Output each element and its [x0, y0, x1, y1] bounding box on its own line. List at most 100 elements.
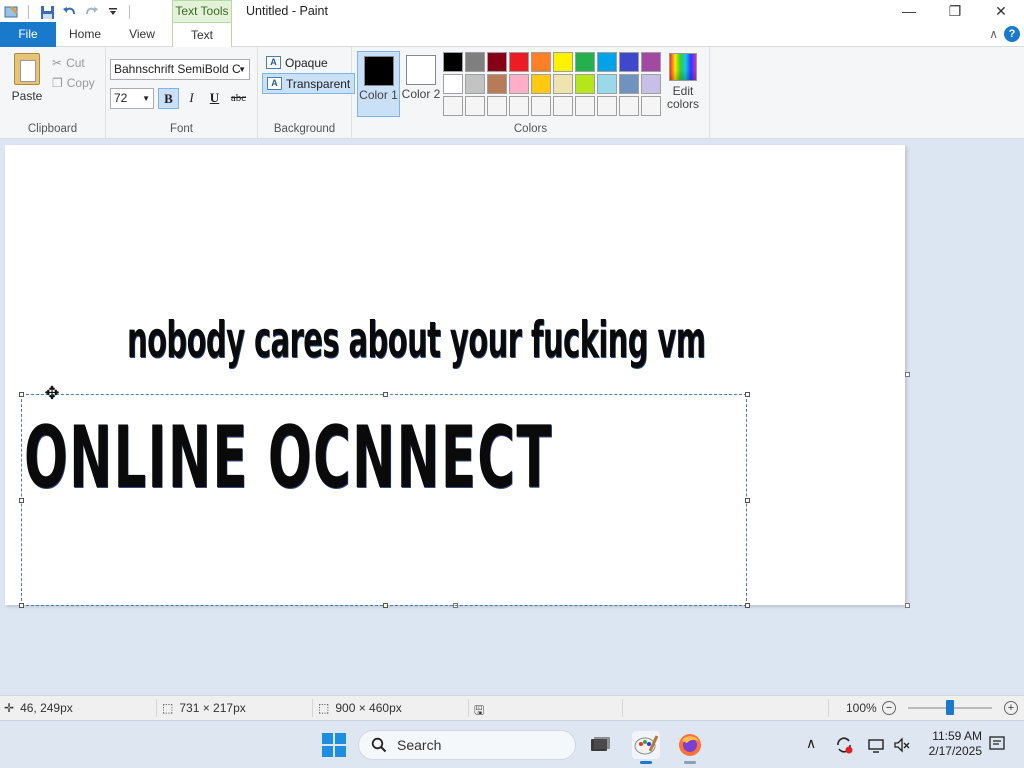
palette-color-swatch[interactable]: [641, 74, 661, 94]
color1-button[interactable]: Color 1: [357, 51, 400, 117]
selection-handle[interactable]: [383, 392, 388, 397]
help-icon[interactable]: ?: [1004, 26, 1020, 42]
show-hidden-icons-chevron-up-icon[interactable]: ∧: [806, 735, 816, 752]
palette-color-swatch[interactable]: [465, 96, 485, 116]
cut-button[interactable]: ✂ Cut: [52, 53, 95, 73]
tab-view[interactable]: View: [114, 22, 170, 47]
selection-handle[interactable]: [745, 498, 750, 503]
task-view-icon[interactable]: [586, 731, 614, 759]
palette-color-swatch[interactable]: [597, 74, 617, 94]
paint-taskbar-icon[interactable]: [632, 731, 660, 764]
paste-label: Paste: [11, 89, 43, 103]
clock-time: 11:59 AM: [932, 729, 982, 743]
minimize-icon[interactable]: —: [886, 0, 932, 22]
window-title: Untitled - Paint: [246, 4, 328, 18]
palette-color-swatch[interactable]: [553, 96, 573, 116]
taskbar: Search ∧ 11:59 AM 2/17/2025: [0, 720, 1024, 768]
palette-color-swatch[interactable]: [641, 96, 661, 116]
redo-icon[interactable]: [81, 3, 101, 21]
windows-logo-tile: [335, 733, 346, 744]
color2-label: Color 2: [401, 87, 441, 101]
selection-handle[interactable]: [383, 603, 388, 608]
palette-color-swatch[interactable]: [619, 96, 639, 116]
customize-qat-icon[interactable]: [103, 3, 123, 21]
palette-color-swatch[interactable]: [531, 74, 551, 94]
selection-handle[interactable]: [745, 603, 750, 608]
save-icon[interactable]: [37, 3, 57, 21]
palette-color-swatch[interactable]: [443, 74, 463, 94]
collapse-ribbon-icon[interactable]: ∧: [989, 27, 998, 41]
background-group-label: Background: [273, 123, 336, 135]
palette-color-swatch[interactable]: [619, 74, 639, 94]
paint-app-icon[interactable]: [2, 3, 22, 21]
firefox-icon[interactable]: [676, 731, 704, 764]
palette-color-swatch[interactable]: [487, 74, 507, 94]
tab-file[interactable]: File: [0, 22, 56, 47]
close-icon[interactable]: ✕: [978, 0, 1024, 22]
palette-color-swatch[interactable]: [575, 74, 595, 94]
notifications-icon[interactable]: [988, 735, 1006, 756]
font-size-select[interactable]: 72 ▼: [110, 88, 154, 109]
palette-color-swatch[interactable]: [487, 96, 507, 116]
palette-color-swatch[interactable]: [531, 96, 551, 116]
zoom-in-icon[interactable]: +: [1004, 701, 1018, 715]
palette-color-swatch[interactable]: [465, 52, 485, 72]
clock-date: 2/17/2025: [928, 744, 982, 758]
restore-icon[interactable]: ❐: [932, 0, 978, 22]
canvas-text-line-2[interactable]: ONLINE OCNNECT: [24, 408, 553, 508]
start-button[interactable]: [322, 733, 346, 757]
italic-button[interactable]: I: [181, 88, 202, 109]
palette-color-swatch[interactable]: [553, 52, 573, 72]
palette-color-swatch[interactable]: [531, 52, 551, 72]
network-icon[interactable]: [866, 735, 886, 758]
tab-home[interactable]: Home: [58, 22, 112, 47]
paste-button[interactable]: Paste: [6, 53, 48, 103]
selection-handle[interactable]: [19, 392, 24, 397]
palette-color-swatch[interactable]: [487, 52, 507, 72]
system-clock[interactable]: 11:59 AM 2/17/2025: [924, 729, 982, 759]
tab-text[interactable]: Text: [172, 22, 232, 47]
opaque-button[interactable]: A Opaque: [262, 52, 332, 73]
volume-muted-icon[interactable]: [892, 735, 912, 758]
palette-color-swatch[interactable]: [465, 74, 485, 94]
palette-color-swatch[interactable]: [619, 52, 639, 72]
cursor-position-value: 46, 249px: [20, 701, 73, 715]
selection-handle[interactable]: [745, 392, 750, 397]
font-family-select[interactable]: Bahnschrift SemiBold C ▼: [110, 59, 250, 80]
zoom-out-icon[interactable]: −: [882, 701, 896, 715]
canvas-resize-handle[interactable]: [905, 603, 910, 608]
canvas-resize-handle[interactable]: [905, 372, 910, 377]
palette-color-swatch[interactable]: [509, 52, 529, 72]
zoom-slider-thumb[interactable]: [946, 700, 954, 715]
bold-button[interactable]: B: [158, 88, 179, 109]
palette-color-swatch[interactable]: [509, 96, 529, 116]
color2-button[interactable]: Color 2: [401, 51, 441, 117]
opaque-label: Opaque: [285, 55, 328, 70]
transparent-button[interactable]: A Transparent: [262, 73, 356, 94]
strikethrough-button[interactable]: abc: [228, 88, 249, 109]
sync-icon[interactable]: [834, 735, 854, 758]
taskbar-search[interactable]: Search: [358, 730, 576, 760]
opaque-icon: A: [266, 56, 281, 69]
palette-color-swatch[interactable]: [509, 74, 529, 94]
palette-color-swatch[interactable]: [641, 52, 661, 72]
chevron-down-icon: ▼: [238, 65, 246, 74]
ribbon: Paste ✂ Cut ❐ Copy Clipboard Font Bahnschr…: [0, 47, 1024, 139]
palette-color-swatch[interactable]: [443, 96, 463, 116]
palette-color-swatch[interactable]: [575, 52, 595, 72]
palette-color-swatch[interactable]: [443, 52, 463, 72]
disk-icon: 🖫: [474, 703, 485, 717]
palette-color-swatch[interactable]: [575, 96, 595, 116]
palette-color-swatch[interactable]: [597, 96, 617, 116]
palette-color-swatch[interactable]: [553, 74, 573, 94]
undo-icon[interactable]: [59, 3, 79, 21]
divider: [312, 699, 313, 717]
copy-button[interactable]: ❐ Copy: [52, 73, 95, 93]
selection-handle[interactable]: [19, 603, 24, 608]
palette-color-swatch[interactable]: [597, 52, 617, 72]
font-family-value: Bahnschrift SemiBold C: [114, 62, 241, 76]
canvas-text-line-1: nobody cares about your fucking vm: [127, 311, 706, 369]
image-size-icon: ⬚: [318, 701, 330, 715]
edit-colors-button[interactable]: Edit colors: [664, 53, 702, 111]
underline-button[interactable]: U: [204, 88, 225, 109]
